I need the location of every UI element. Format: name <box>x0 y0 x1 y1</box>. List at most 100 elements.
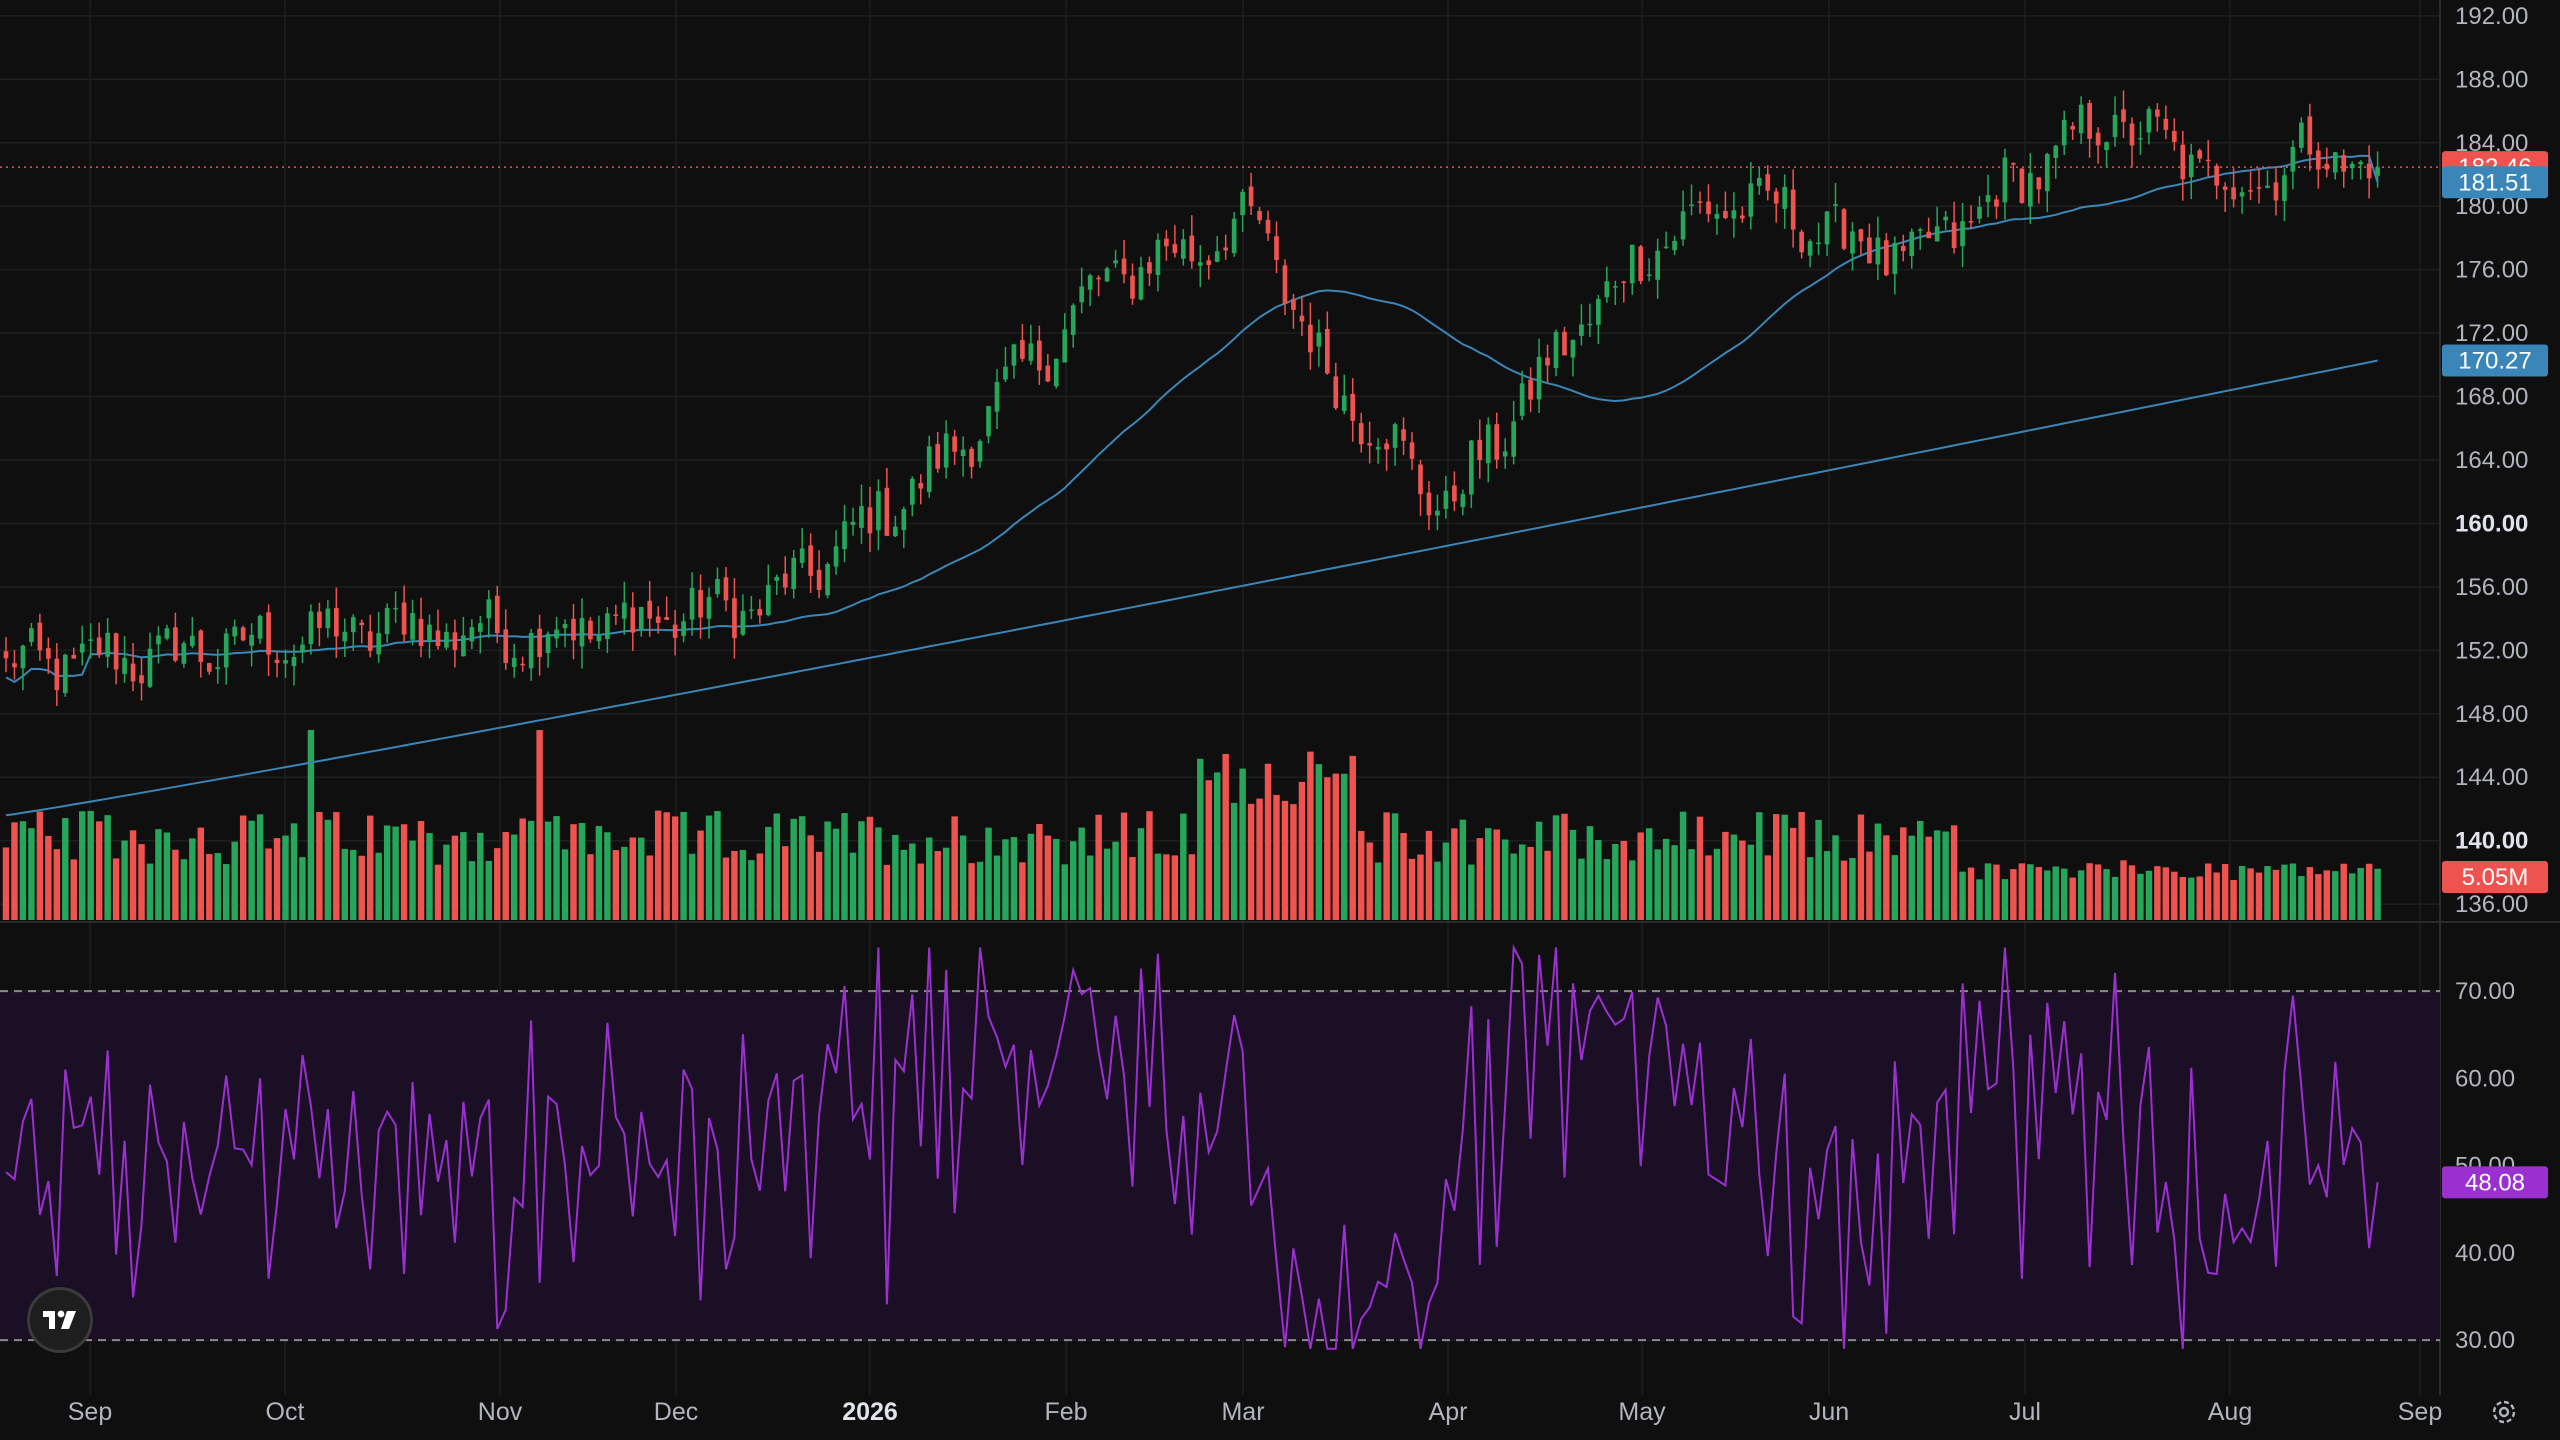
time-axis[interactable]: Sep Oct Nov Dec 2026 Feb Mar Apr May Jun Jul Aug Sep <box>68 1398 2442 1426</box>
volume-bar <box>256 814 264 920</box>
volume-bar <box>180 859 188 920</box>
rsi-tick-label: 70.00 <box>2455 978 2515 1005</box>
volume-bar <box>62 818 69 920</box>
candle-body <box>1545 357 1550 366</box>
candle-body <box>29 628 34 642</box>
candle-body <box>164 628 170 639</box>
volume-bar <box>11 822 18 920</box>
volume-bar <box>722 857 730 920</box>
candle-body <box>630 607 636 633</box>
candle-body <box>1189 235 1195 262</box>
tradingview-logo-icon[interactable] <box>27 1287 93 1353</box>
volume-bar <box>1781 814 1788 920</box>
volume-bar <box>510 834 518 920</box>
volume-bar <box>612 850 620 920</box>
price-tick-label: 176.00 <box>2455 257 2528 284</box>
candle-body <box>1867 237 1872 264</box>
candle-body <box>444 631 449 648</box>
candle-body <box>1130 275 1135 299</box>
chart-area[interactable]: 192.00 188.00 184.00 180.00 176.00 172.00 168.… <box>0 0 2560 1440</box>
volume-bar <box>112 858 120 920</box>
candle-body <box>2146 108 2152 133</box>
candle-body <box>1367 443 1372 446</box>
volume-bar <box>1586 826 1594 920</box>
rsi-tick-label: 40.00 <box>2455 1240 2515 1267</box>
volume-bar <box>629 837 636 920</box>
price-tick-label: 188.00 <box>2455 66 2528 93</box>
volume-bar <box>2348 873 2356 920</box>
candle-body <box>12 663 17 668</box>
volume-tag: 5.05M <box>2462 864 2529 891</box>
candle-body <box>410 613 415 640</box>
price-axis[interactable]: 192.00188.00184.00180.00176.00172.00168.… <box>2455 3 2528 1354</box>
candle-body <box>2324 163 2330 170</box>
volume-bar <box>426 833 433 920</box>
volume-bar <box>883 864 891 920</box>
candle-body <box>1638 246 1644 281</box>
candle-body <box>952 436 957 452</box>
candle-body <box>486 599 492 619</box>
volume-bar <box>2111 876 2119 920</box>
volume-bar <box>765 826 772 920</box>
volume-bar <box>1518 844 1526 920</box>
volume-bar <box>1247 803 1255 920</box>
volume-bar <box>1341 773 1348 920</box>
logo-glyph <box>43 1310 76 1329</box>
volume-bar <box>1485 828 1492 920</box>
volume-bar <box>70 859 77 920</box>
volume-bar <box>544 821 552 920</box>
candle-body <box>621 602 627 619</box>
candle-body <box>2307 116 2313 155</box>
volume-bar <box>1798 811 1805 920</box>
volume-bar <box>976 861 984 920</box>
volume-bar <box>1552 815 1560 920</box>
volume-bar <box>172 849 179 920</box>
gear-icon[interactable] <box>2482 1390 2526 1434</box>
volume-bar <box>731 850 738 920</box>
volume-bar <box>1188 854 1196 920</box>
volume-bar <box>2281 864 2288 920</box>
volume-bar <box>189 838 196 920</box>
candle-body <box>1807 241 1813 256</box>
volume-bar <box>536 730 543 920</box>
volume-bar <box>1603 859 1611 920</box>
candle-body <box>1138 267 1144 300</box>
candle-body <box>613 614 619 616</box>
candle-body <box>190 635 195 646</box>
rsi-band <box>0 990 2440 1342</box>
candle-body <box>1316 332 1322 347</box>
volume-bar <box>671 816 679 920</box>
candle-body <box>1977 206 1982 219</box>
volume-bar <box>875 827 882 920</box>
chart-canvas[interactable]: 192.00188.00184.00180.00176.00172.00168.… <box>0 0 2560 1440</box>
time-tick-label: Jul <box>2009 1398 2041 1426</box>
time-tick-label: Oct <box>266 1398 305 1426</box>
candle-body <box>325 608 331 629</box>
volume-bar <box>1230 802 1238 920</box>
candle-body <box>1028 343 1034 361</box>
candle-body <box>1562 331 1567 356</box>
volume-bar <box>1544 850 1551 920</box>
volume-bar <box>815 851 823 920</box>
price-tick-label: 152.00 <box>2455 637 2528 664</box>
candle-body <box>2231 187 2236 200</box>
volume-bar <box>1925 836 1932 920</box>
candle-body <box>266 612 271 655</box>
volume-bar <box>578 823 586 920</box>
time-tick-label: Aug <box>2208 1398 2252 1426</box>
candle-body <box>1689 204 1694 206</box>
volume-bar <box>1620 840 1627 920</box>
time-tick-label: Sep <box>68 1398 112 1426</box>
volume-bar <box>409 840 416 920</box>
time-tick-label: Mar <box>1221 1398 1264 1426</box>
volume-bar <box>223 864 230 920</box>
candle-body <box>96 637 102 655</box>
volume-bar <box>1103 848 1111 920</box>
candle-body <box>2315 150 2321 170</box>
price-tick-label: 140.00 <box>2455 828 2528 855</box>
candle-body <box>334 607 339 637</box>
candle-body <box>1926 231 1932 239</box>
volume-bar <box>28 828 35 920</box>
candle-body <box>1909 231 1915 257</box>
candle-body <box>1155 239 1161 275</box>
